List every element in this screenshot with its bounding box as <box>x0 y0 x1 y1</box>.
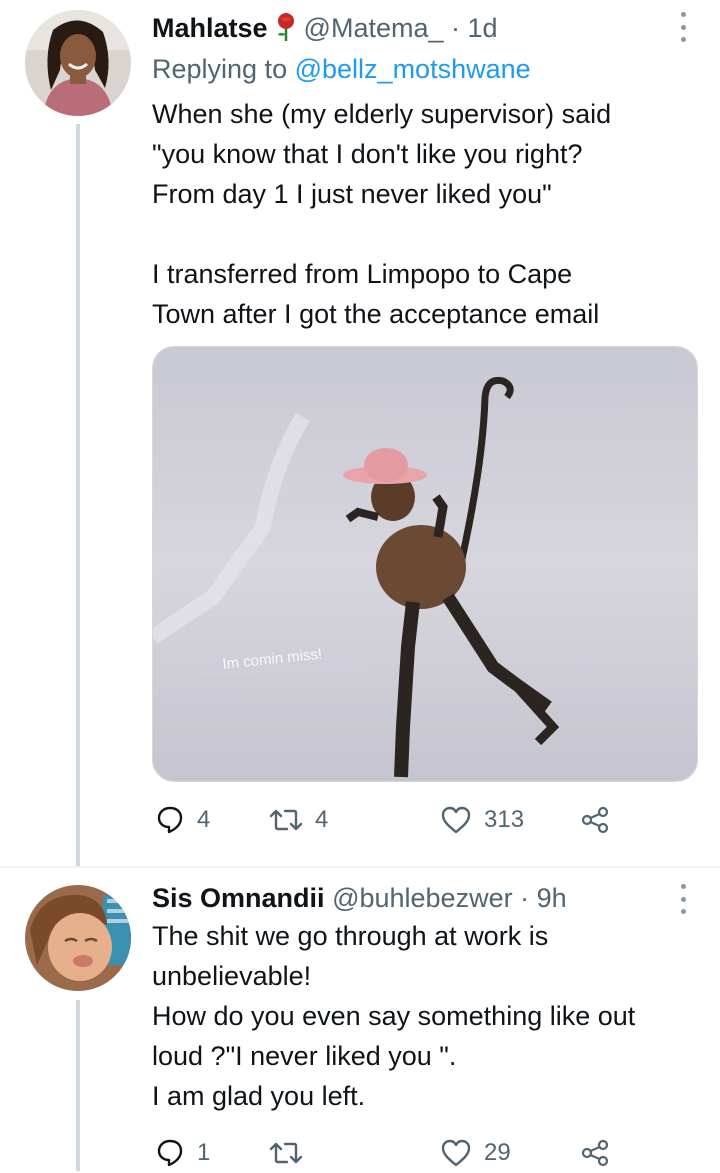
reply-icon <box>157 1139 183 1167</box>
mention-link[interactable]: @bellz_motshwane <box>295 54 531 84</box>
reply-button[interactable]: 1 <box>155 1133 210 1173</box>
text-line: "you know that I don't like you right? <box>152 139 583 169</box>
text-line: From day 1 I just never liked you" <box>152 179 552 209</box>
retweet-icon <box>269 809 303 831</box>
retweet-icon <box>269 1142 303 1164</box>
like-count: 29 <box>484 1139 511 1166</box>
display-name[interactable]: Sis Omnandii <box>152 883 325 913</box>
reply-count: 1 <box>197 1139 211 1166</box>
user-handle[interactable]: @buhlebezwer <box>332 883 513 913</box>
share-icon <box>581 1139 609 1167</box>
tweet-header: Sis Omnandii @buhlebezwer · 9h <box>152 880 567 916</box>
reply-count: 4 <box>197 806 211 833</box>
tweet-actions: 4 4 313 <box>152 800 712 840</box>
avatar[interactable] <box>25 885 131 991</box>
tweet[interactable]: Sis Omnandii @buhlebezwer · 9h The shit … <box>0 868 720 1171</box>
share-button[interactable] <box>580 1133 610 1173</box>
text-line: unbelievable! <box>152 961 312 991</box>
user-handle[interactable]: @Matema_ <box>304 13 444 43</box>
text-line: loud ?"I never liked you ". <box>152 1041 457 1071</box>
reply-button[interactable]: 4 <box>155 800 210 840</box>
like-icon <box>441 1139 471 1167</box>
like-button[interactable]: 29 <box>440 1133 511 1173</box>
share-icon <box>581 806 609 834</box>
like-count: 313 <box>484 806 525 833</box>
replying-to-label: Replying to <box>152 54 288 84</box>
share-button[interactable] <box>580 800 610 840</box>
like-icon <box>441 806 471 834</box>
text-line: Town after I got the acceptance email <box>152 299 600 329</box>
timestamp[interactable]: · 9h <box>520 883 567 913</box>
avatar[interactable] <box>25 10 131 116</box>
tweet-text: When she (my elderly supervisor) said "y… <box>152 94 611 334</box>
retweet-count: 4 <box>315 806 329 833</box>
tweet-media-image[interactable]: Im comin miss! <box>152 346 698 782</box>
tweet-actions: 1 29 <box>152 1133 712 1173</box>
retweet-button[interactable] <box>269 1133 315 1173</box>
text-line: I am glad you left. <box>152 1081 366 1111</box>
more-icon[interactable] <box>678 12 688 42</box>
tweet-header: Mahlatse @Matema_ · 1d <box>152 10 498 46</box>
rose-icon <box>274 12 298 42</box>
timestamp[interactable]: · 1d <box>451 13 498 43</box>
tweet[interactable]: Mahlatse @Matema_ · 1d Replying to @bellz… <box>0 0 720 868</box>
text-line: I transferred from Limpopo to Cape <box>152 259 573 289</box>
more-icon[interactable] <box>678 884 688 914</box>
text-line: When she (my elderly supervisor) said <box>152 99 612 129</box>
thread-line <box>76 1000 80 1171</box>
display-name[interactable]: Mahlatse <box>152 13 268 43</box>
retweet-button[interactable]: 4 <box>269 800 328 840</box>
tweet-text: The shit we go through at work is unbeli… <box>152 916 635 1116</box>
reply-icon <box>157 806 183 834</box>
like-button[interactable]: 313 <box>440 800 524 840</box>
thread-line <box>76 124 80 868</box>
text-line: How do you even say something like out <box>152 1001 636 1031</box>
text-line: The shit we go through at work is <box>152 921 549 951</box>
replying-to-line: Replying to @bellz_motshwane <box>152 51 531 87</box>
